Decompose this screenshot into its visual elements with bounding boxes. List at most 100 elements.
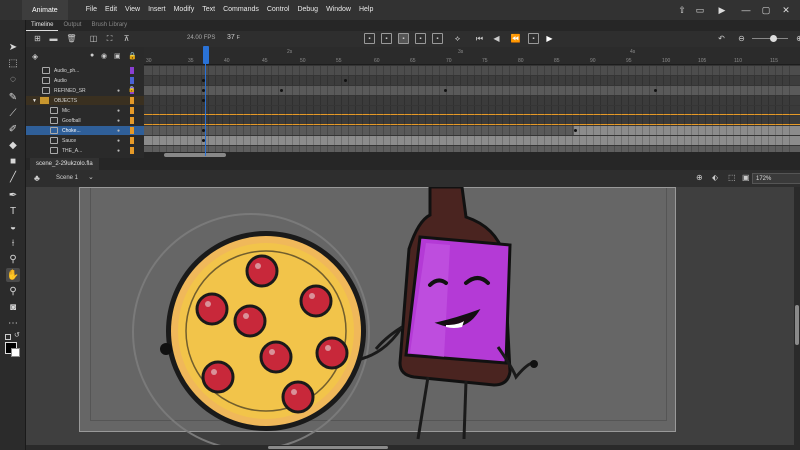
tab-brush-library[interactable]: Brush Library [86,20,132,31]
canvas-hscrollbar[interactable] [26,445,800,450]
stroke-color-swatch[interactable] [11,348,20,357]
layer-visible-dot[interactable]: ● [117,108,120,114]
tab-timeline[interactable]: Timeline [26,20,59,31]
new-folder-icon[interactable]: ▬ [48,33,59,44]
new-layer-icon[interactable]: ⊞ [32,33,43,44]
free-transform-icon[interactable]: ⬚ [6,56,20,70]
layout-icon[interactable]: ▭ [694,4,706,16]
canvas-vscroll-thumb[interactable] [795,305,799,345]
line-icon[interactable]: ╱ [6,170,20,184]
menu-debug[interactable]: Debug [293,0,322,20]
layer-color-swatch[interactable] [130,147,134,154]
text-icon[interactable]: T [6,204,20,218]
delete-layer-icon[interactable]: 🗑 [66,33,77,44]
frame-row-sauce[interactable] [144,136,800,145]
artwork[interactable] [26,187,800,450]
layer-visible-dot[interactable]: ● [117,88,120,94]
eyedropper-icon[interactable]: ⟊ [6,236,20,250]
lock-icon[interactable]: 🔒 [128,86,135,93]
playhead[interactable] [203,46,209,64]
frame-row-audio[interactable] [144,76,800,85]
layer-row-the-a[interactable]: THE_A... ● [26,146,144,155]
current-frame-readout[interactable]: 37 F [227,34,240,41]
onion-skin-icon[interactable]: ▪ [398,33,409,44]
clip-icon[interactable]: ▣ [742,173,750,182]
snap-icon[interactable]: ⊕ [696,173,703,182]
layer-color-swatch[interactable] [130,137,134,144]
symbol-edit-icon[interactable]: ⬖ [712,173,718,182]
layer-color-swatch[interactable] [130,107,134,114]
menu-commands[interactable]: Commands [219,0,263,20]
eraser-icon[interactable]: ◆ [6,138,20,152]
canvas-area[interactable] [26,187,800,450]
canvas-hscroll-thumb[interactable] [268,446,388,449]
frame-row-audio-ph[interactable] [144,66,800,75]
undo-timeline-icon[interactable]: ↶ [716,33,727,44]
zoom-out-timeline-icon[interactable]: ⊖ [736,33,747,44]
paint-brush-icon[interactable]: ✐ [6,122,20,136]
close-icon[interactable]: ✕ [780,4,792,16]
frame-row-choke[interactable] [144,126,800,135]
layer-color-swatch[interactable] [130,77,134,84]
frame-row-mic[interactable] [144,106,800,115]
layer-visible-dot[interactable]: ● [117,128,120,134]
app-tab[interactable]: Animate [22,0,68,20]
menu-text[interactable]: Text [198,0,219,20]
hand-icon[interactable]: ✋ [6,268,20,282]
layer-row-mic[interactable]: Mic ● [26,106,144,115]
share-icon[interactable]: ⇧ [676,4,688,16]
first-frame-icon[interactable]: ⏮ [474,33,485,44]
layer-row-goofball[interactable]: Goofball ● [26,116,144,125]
menu-window[interactable]: Window [322,0,355,20]
layer-row-sauce[interactable]: Sauce ● [26,136,144,145]
layer-row-objects[interactable]: ▼ OBJECTS [26,96,144,105]
canvas-vscrollbar[interactable] [794,187,800,445]
prev-keyframe-icon[interactable]: ⏪ [510,33,521,44]
lasso-icon[interactable]: ◌ [6,72,20,86]
layer-row-refined-sr[interactable]: REFINED_SR ● 🔒 [26,86,144,95]
play-icon[interactable]: ▶ [544,33,555,44]
menu-control[interactable]: Control [263,0,294,20]
zoom-icon[interactable]: ⚲ [6,284,20,298]
keyframe-dot[interactable] [344,79,347,82]
selection-tool-icon[interactable]: ➤ [6,40,20,54]
timeline-scroll-thumb[interactable] [164,153,226,157]
chevron-down-icon[interactable]: ⌄ [88,173,94,181]
folder-expand-icon[interactable]: ▼ [32,98,37,104]
add-camera-icon[interactable]: ◫ [88,33,99,44]
stop-icon[interactable]: ▪ [528,33,539,44]
timeline-zoom-handle[interactable] [770,35,777,42]
menu-file[interactable]: File [82,0,101,20]
layer-color-swatch[interactable] [130,117,134,124]
layer-color-swatch[interactable] [130,97,134,104]
center-frame-icon[interactable]: ▪ [364,33,375,44]
layer-color-swatch[interactable] [130,67,134,74]
layer-row-audio[interactable]: Audio [26,76,144,85]
layer-row-choke[interactable]: Choke... ● [26,126,144,135]
outline-column-icon[interactable]: ▣ [114,52,121,60]
zoom-select[interactable]: 172%⌄ [752,173,800,184]
fit-stage-icon[interactable]: ⬚ [728,173,736,182]
keyframe-dot[interactable] [574,129,577,132]
edit-multiple-icon[interactable]: ▪ [432,33,443,44]
parent-view-icon[interactable]: ⊼ [121,33,132,44]
camera-icon[interactable]: ◙ [6,300,20,314]
layer-depth-icon[interactable]: ⛶ [104,33,115,44]
keyframe-dot[interactable] [654,89,657,92]
menu-insert[interactable]: Insert [144,0,170,20]
prev-frame-icon[interactable]: ◀ [491,33,502,44]
pen-icon[interactable]: ✒ [6,188,20,202]
onion-outline-icon[interactable]: ▪ [415,33,426,44]
frame-row-goofball[interactable] [144,116,800,125]
zoom-in-timeline-icon[interactable]: ⊕ [794,33,800,44]
layer-row-audio-ph[interactable]: Audio_ph... [26,66,144,75]
layer-color-swatch[interactable] [130,127,134,134]
pencil-icon[interactable]: ✎ [6,90,20,104]
more-tools-icon[interactable]: ⋯ [6,316,20,330]
tab-output[interactable]: Output [58,20,86,31]
frame-ruler[interactable]: 2s 3s 4s 30 35 40 45 50 55 60 65 70 75 8… [144,47,800,65]
rectangle-icon[interactable]: ■ [6,154,20,168]
loop-icon[interactable]: ▪ [381,33,392,44]
frame-row-refined-sr[interactable] [144,86,800,95]
lock-column-icon[interactable]: 🔒 [128,52,137,60]
